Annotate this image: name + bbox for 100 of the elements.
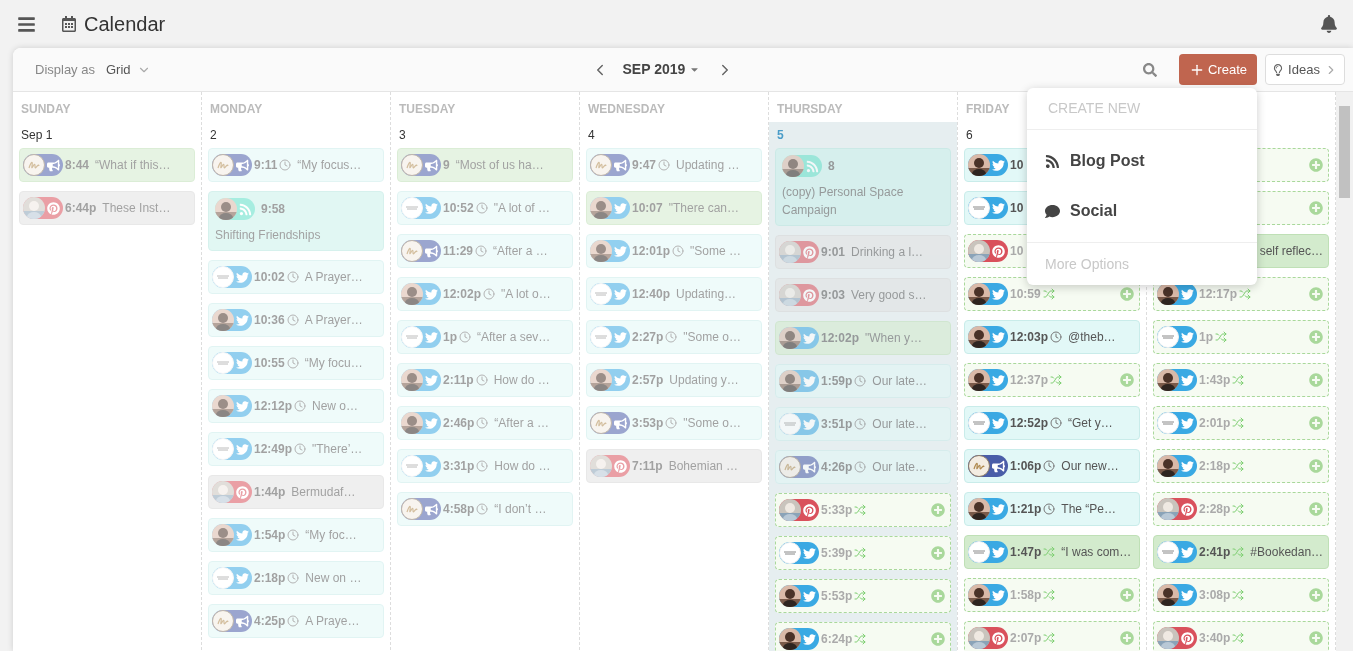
post-time: 9:11 bbox=[254, 157, 278, 174]
add-icon[interactable] bbox=[1309, 631, 1323, 645]
post-card[interactable]: 8:44 “What if this… bbox=[19, 148, 195, 182]
post-card[interactable]: 9:58 Shifting Friendships bbox=[208, 191, 384, 251]
pin-icon bbox=[47, 201, 60, 215]
post-card[interactable]: 12:03p @theb… bbox=[964, 320, 1140, 354]
post-card[interactable]: 1:44p Bermudaf… bbox=[208, 475, 384, 509]
post-card[interactable]: 12:49p "There’… bbox=[208, 432, 384, 466]
add-icon[interactable] bbox=[1309, 287, 1323, 301]
display-label: Display as bbox=[35, 60, 95, 79]
post-card[interactable]: 12:02p "When y… bbox=[775, 321, 951, 355]
post-card[interactable]: 10:55 “My focu… bbox=[208, 346, 384, 380]
add-icon[interactable] bbox=[1309, 373, 1323, 387]
post-card[interactable]: 12:52p “Get y… bbox=[964, 406, 1140, 440]
post-card[interactable]: 2:18p bbox=[1153, 449, 1329, 483]
month-selector[interactable]: SEP 2019 bbox=[622, 59, 701, 80]
add-icon[interactable] bbox=[931, 503, 945, 517]
post-card[interactable]: 9:03 Very good s… bbox=[775, 278, 951, 312]
post-card[interactable]: 9:01 Drinking a l… bbox=[775, 235, 951, 269]
add-icon[interactable] bbox=[1309, 330, 1323, 344]
post-text: New o… bbox=[312, 398, 359, 415]
post-card[interactable]: 1:59p Our late… bbox=[775, 364, 951, 398]
post-card[interactable]: 10:07 "There can… bbox=[586, 191, 762, 225]
post-card[interactable]: 3:08p bbox=[1153, 578, 1329, 612]
post-card[interactable]: 9 “Most of us ha… bbox=[397, 148, 573, 182]
menu-item[interactable]: Social bbox=[1027, 186, 1257, 236]
post-card[interactable]: 7:11p Bohemian … bbox=[586, 449, 762, 483]
post-time: 2:46p bbox=[443, 415, 475, 432]
post-text: Updating … bbox=[676, 157, 740, 174]
post-time: 11:29 bbox=[443, 243, 474, 260]
add-icon[interactable] bbox=[1309, 158, 1323, 172]
post-card[interactable]: 12:01p "Some … bbox=[586, 234, 762, 268]
post-card[interactable]: 2:28p bbox=[1153, 492, 1329, 526]
post-card[interactable]: 10:52 "A lot of … bbox=[397, 191, 573, 225]
scrollbar[interactable] bbox=[1336, 92, 1353, 651]
post-card[interactable]: 1:54p “My foc… bbox=[208, 518, 384, 552]
post-card[interactable]: 4:25p A Praye… bbox=[208, 604, 384, 638]
post-card[interactable]: 12:02p "A lot o… bbox=[397, 277, 573, 311]
post-card[interactable]: 9:47 Updating … bbox=[586, 148, 762, 182]
notification-icon[interactable] bbox=[1320, 15, 1338, 33]
post-card[interactable]: 3:53p "Some o… bbox=[586, 406, 762, 440]
add-icon[interactable] bbox=[1120, 588, 1134, 602]
add-icon[interactable] bbox=[1309, 502, 1323, 516]
post-card[interactable]: 1:06p Our new… bbox=[964, 449, 1140, 483]
post-card[interactable]: 5:33p bbox=[775, 493, 951, 527]
post-card[interactable]: 12:12p New o… bbox=[208, 389, 384, 423]
post-card[interactable]: 6:24p bbox=[775, 622, 951, 651]
post-card[interactable]: 2:11p How do … bbox=[397, 363, 573, 397]
display-select[interactable]: Grid bbox=[105, 59, 151, 80]
post-card[interactable]: 2:27p "Some o… bbox=[586, 320, 762, 354]
post-card[interactable]: 1:43p bbox=[1153, 363, 1329, 397]
menu-item[interactable]: Blog Post bbox=[1027, 136, 1257, 186]
add-icon[interactable] bbox=[1120, 287, 1134, 301]
post-card[interactable]: 12:40p Updating… bbox=[586, 277, 762, 311]
scrollbar-thumb[interactable] bbox=[1339, 106, 1350, 198]
lightbulb-icon bbox=[1272, 63, 1285, 76]
add-icon[interactable] bbox=[1309, 416, 1323, 430]
post-time: 9:47 bbox=[632, 157, 657, 174]
post-text: “My focus… bbox=[297, 157, 362, 174]
post-card[interactable]: 3:40p bbox=[1153, 621, 1329, 651]
add-icon[interactable] bbox=[931, 632, 945, 646]
post-card[interactable]: 9:11 “My focus… bbox=[208, 148, 384, 182]
post-card[interactable]: 3:31p How do … bbox=[397, 449, 573, 483]
add-icon[interactable] bbox=[1309, 201, 1323, 215]
post-card[interactable]: 4:26p Our late… bbox=[775, 450, 951, 484]
add-icon[interactable] bbox=[931, 589, 945, 603]
add-icon[interactable] bbox=[1120, 373, 1134, 387]
post-card[interactable]: 2:01p bbox=[1153, 406, 1329, 440]
post-card[interactable]: 10:02 A Prayer… bbox=[208, 260, 384, 294]
post-card[interactable]: 6:44p These Inst… bbox=[19, 191, 195, 225]
post-card[interactable]: 2:46p “After a … bbox=[397, 406, 573, 440]
post-card[interactable]: 10:36 A Prayer… bbox=[208, 303, 384, 337]
post-card[interactable]: 5:53p bbox=[775, 579, 951, 613]
post-card[interactable]: 3:51p Our late… bbox=[775, 407, 951, 441]
post-card[interactable]: 1p “After a sev… bbox=[397, 320, 573, 354]
post-card[interactable]: 2:57p Updating y… bbox=[586, 363, 762, 397]
post-time: 3:53p bbox=[632, 415, 664, 432]
search-icon[interactable] bbox=[1143, 62, 1157, 77]
add-icon[interactable] bbox=[1309, 588, 1323, 602]
post-card[interactable]: 5:39p bbox=[775, 536, 951, 570]
post-card[interactable]: 2:07p bbox=[964, 621, 1140, 651]
post-card[interactable]: 4:58p “I don’t … bbox=[397, 492, 573, 526]
add-icon[interactable] bbox=[931, 546, 945, 560]
post-card[interactable]: 11:29 “After a … bbox=[397, 234, 573, 268]
post-time: 1:47p bbox=[1010, 544, 1042, 561]
post-text: A Prayer… bbox=[304, 312, 363, 329]
post-card[interactable]: 2:18p New on … bbox=[208, 561, 384, 595]
post-card[interactable]: 1:58p bbox=[964, 578, 1140, 612]
menu-icon[interactable] bbox=[17, 14, 36, 34]
add-icon[interactable] bbox=[1120, 631, 1134, 645]
create-button[interactable]: Create bbox=[1179, 54, 1257, 85]
post-card[interactable]: 12:37p bbox=[964, 363, 1140, 397]
ideas-button[interactable]: Ideas bbox=[1265, 54, 1345, 85]
post-card[interactable]: 2:41p #Bookedan… bbox=[1153, 535, 1329, 569]
post-card[interactable]: 1:21p The “Pe… bbox=[964, 492, 1140, 526]
post-card[interactable]: 1:47p “I was com… bbox=[964, 535, 1140, 569]
add-icon[interactable] bbox=[1309, 459, 1323, 473]
post-time: 3:08p bbox=[1199, 587, 1231, 604]
post-card[interactable]: 1p bbox=[1153, 320, 1329, 354]
post-card[interactable]: 8 (copy) Personal Space Campaign bbox=[775, 148, 951, 226]
